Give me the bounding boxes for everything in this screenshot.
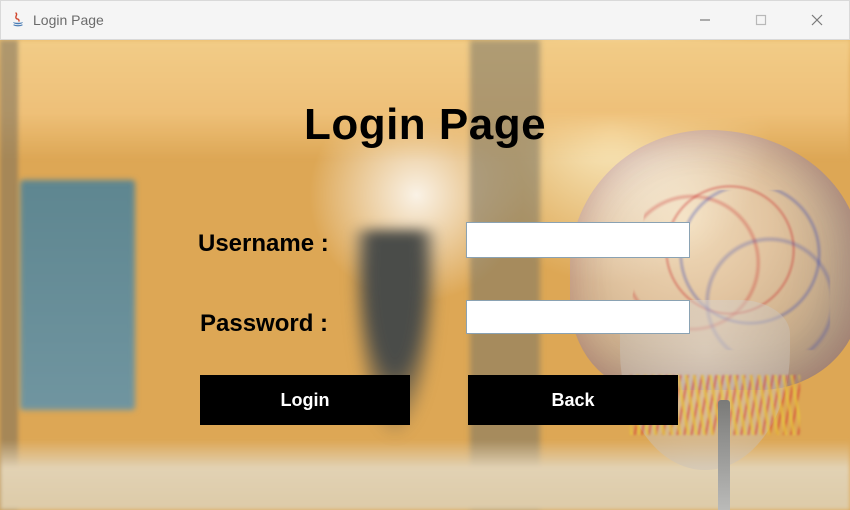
window-title-bar: Login Page [0, 0, 850, 40]
java-icon [9, 11, 27, 29]
username-input[interactable] [466, 222, 690, 258]
back-button[interactable]: Back [468, 375, 678, 425]
username-label: Username : [198, 230, 329, 258]
login-button[interactable]: Login [200, 375, 410, 425]
window-title: Login Page [33, 12, 104, 28]
background-image [20, 180, 135, 410]
password-label: Password : [200, 310, 328, 338]
close-button[interactable] [805, 8, 829, 32]
content-pane: Login Page Username : Password : Login B… [0, 40, 850, 510]
maximize-button[interactable] [749, 8, 773, 32]
minimize-button[interactable] [693, 8, 717, 32]
password-input[interactable] [466, 300, 690, 334]
page-title: Login Page [0, 100, 850, 150]
window-controls [693, 8, 841, 32]
